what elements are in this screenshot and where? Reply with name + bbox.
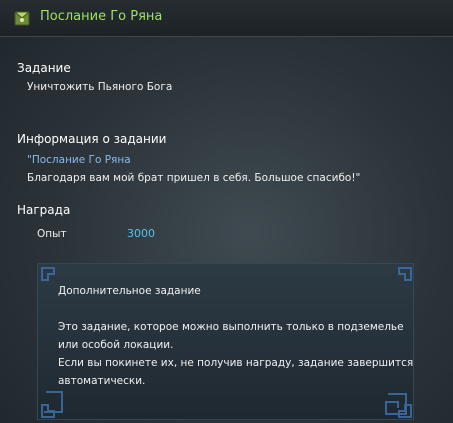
reward-heading: Награда — [17, 203, 71, 217]
info-heading: Информация о задании — [17, 132, 167, 146]
extra-line-3: Если вы покинете их, не получив награду,… — [58, 357, 414, 369]
window-titlebar: Послание Го Ряна — [0, 0, 453, 37]
extra-line-2: или особой локации. — [58, 339, 174, 351]
extra-task-title: Дополнительное задание — [58, 285, 201, 297]
extra-task-panel: Дополнительное задание Это задание, кото… — [37, 263, 414, 420]
reward-label: Опыт — [37, 228, 67, 240]
quest-scroll-icon — [14, 11, 30, 26]
extra-line-4: автоматически. — [58, 375, 146, 387]
window-title: Послание Го Ряна — [40, 9, 163, 24]
info-text: Благодаря вам мой брат пришел в себя. Бо… — [27, 172, 361, 184]
info-quest-title: "Послание Го Ряна — [27, 154, 131, 166]
task-text: Уничтожить Пьяного Бога — [27, 81, 173, 93]
reward-value: 3000 — [127, 227, 155, 240]
extra-line-1: Это задание, которое можно выполнить тол… — [58, 321, 404, 333]
task-heading: Задание — [17, 61, 71, 75]
